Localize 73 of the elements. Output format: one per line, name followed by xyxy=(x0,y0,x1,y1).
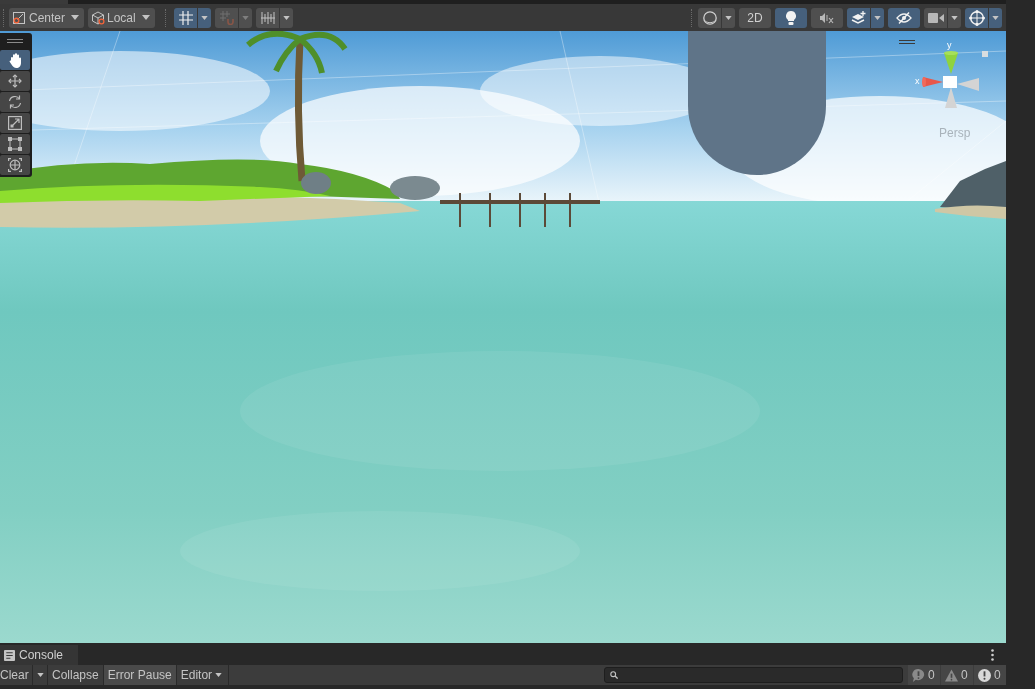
dropdown-arrow-button[interactable] xyxy=(198,7,211,28)
circular-arrows-icon xyxy=(8,95,22,109)
crosshair-arrows-icon xyxy=(8,158,22,172)
dropdown-arrow-button[interactable] xyxy=(722,7,735,28)
light-bulb-icon xyxy=(786,10,796,25)
camera-button[interactable] xyxy=(924,7,947,28)
crossed-eye-icon xyxy=(896,11,912,24)
log-filter-dropdown[interactable]: Editor xyxy=(176,665,229,685)
scale-tool-button[interactable] xyxy=(0,113,30,133)
menu-icon[interactable] xyxy=(899,40,915,44)
audio-toggle[interactable] xyxy=(811,7,843,28)
caret-icon xyxy=(142,15,150,20)
error-icon xyxy=(978,668,991,682)
caret-icon xyxy=(36,673,44,677)
gizmos-toggle[interactable] xyxy=(965,7,988,28)
speech-bubble-icon xyxy=(912,668,925,682)
grid-icon xyxy=(178,10,193,25)
search-field[interactable] xyxy=(604,667,903,683)
caret-icon xyxy=(874,15,881,20)
warning-icon xyxy=(945,668,958,682)
dropdown-arrow-button[interactable] xyxy=(989,7,1002,28)
dropdown-arrow-button[interactable] xyxy=(948,7,961,28)
dropdown-arrow-button[interactable] xyxy=(280,7,293,28)
caret-icon xyxy=(71,15,79,20)
grid-toggle[interactable] xyxy=(256,7,279,28)
warning-count-toggle[interactable]: 0 xyxy=(940,665,973,685)
rotate-tool-button[interactable] xyxy=(0,92,30,112)
hand-tool-button[interactable] xyxy=(0,50,30,70)
pivot-dropdown[interactable]: Center xyxy=(9,7,84,28)
hand-icon xyxy=(8,52,22,68)
effects-toggle[interactable] xyxy=(847,7,870,28)
four-arrows-icon xyxy=(8,74,22,88)
drag-handle-icon[interactable] xyxy=(7,39,23,43)
scale-box-icon xyxy=(8,116,22,130)
more-icon xyxy=(991,649,994,661)
space-dropdown[interactable]: Local xyxy=(88,7,155,28)
more-button[interactable] xyxy=(989,648,996,662)
error-count-toggle[interactable]: 0 xyxy=(973,665,1006,685)
console-toggle[interactable]: Error Pause xyxy=(103,665,177,685)
globe-icon xyxy=(968,9,985,26)
lighting-toggle[interactable] xyxy=(775,7,807,28)
move-tool-button[interactable] xyxy=(0,71,30,91)
caret-icon xyxy=(725,15,732,20)
caret-icon xyxy=(283,15,290,20)
transform-tool-button[interactable] xyxy=(0,155,30,175)
sphere-icon xyxy=(702,10,717,25)
caret-icon xyxy=(951,15,958,20)
grid-magnet-icon xyxy=(219,10,234,25)
layers-sparkle-icon xyxy=(851,11,866,24)
square-pivot-icon xyxy=(12,10,26,25)
axis-label: x xyxy=(915,77,920,86)
shading-mode-button[interactable] xyxy=(698,7,721,28)
grid-snap-toggle[interactable] xyxy=(174,7,197,28)
list-document-icon xyxy=(4,649,15,661)
console-tab[interactable]: Console xyxy=(0,645,78,665)
orientation-gizmo[interactable] xyxy=(922,51,988,109)
video-camera-icon xyxy=(927,12,944,23)
cube-icon xyxy=(91,10,105,25)
caret-icon xyxy=(201,15,208,20)
caret-icon xyxy=(992,15,999,20)
ruler-lines-icon xyxy=(260,10,275,25)
caret-icon xyxy=(242,15,249,20)
axis-label: y xyxy=(947,41,952,50)
search-icon xyxy=(610,671,618,679)
visibility-toggle[interactable] xyxy=(888,7,920,28)
view-mode-toggle[interactable]: 2D xyxy=(739,7,771,28)
info-count-toggle[interactable]: 0 xyxy=(907,665,940,685)
rect-handles-icon xyxy=(8,137,22,151)
clear-button[interactable]: Clear xyxy=(0,665,33,685)
dropdown-arrow-button[interactable] xyxy=(871,7,884,28)
caret-icon xyxy=(215,673,223,677)
muted-speaker-icon xyxy=(820,11,834,24)
rect-tool-button[interactable] xyxy=(0,134,30,154)
